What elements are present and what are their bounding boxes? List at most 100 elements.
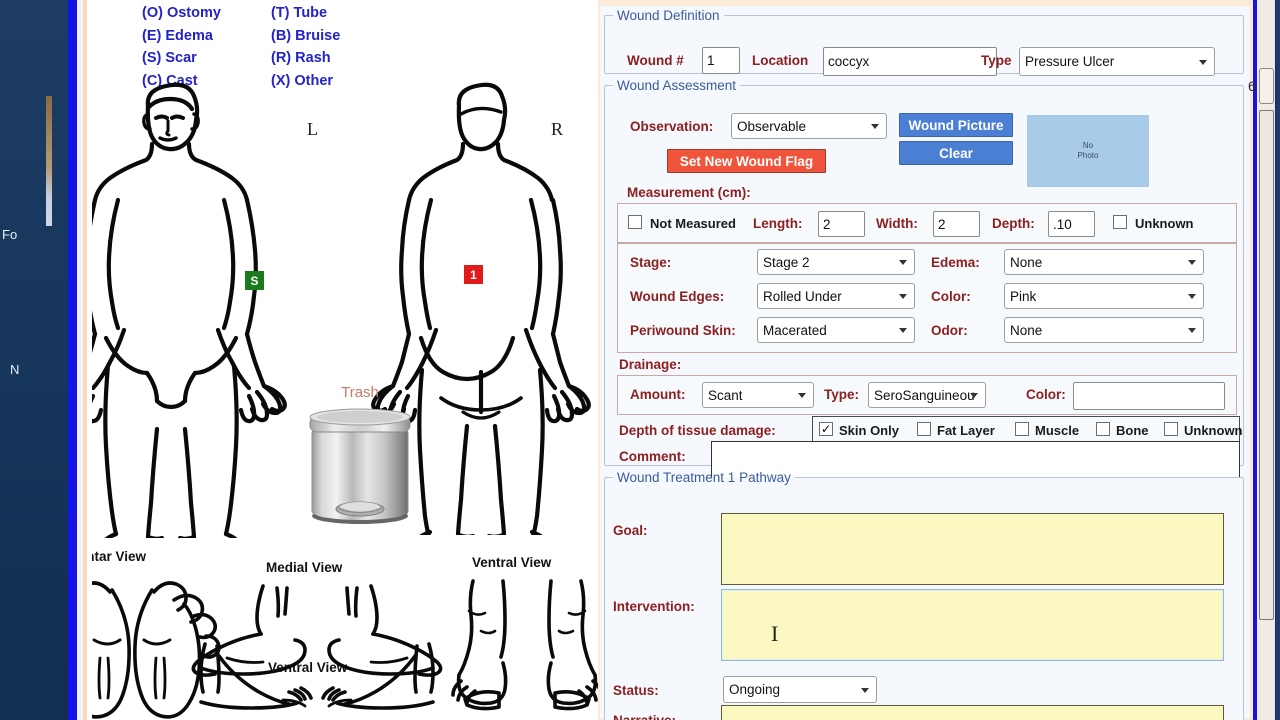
depth-label: Depth: xyxy=(992,216,1035,231)
drainage-color-label: Color: xyxy=(1026,387,1066,402)
drainage-label: Drainage: xyxy=(619,357,682,372)
drainage-amount-label: Amount: xyxy=(630,387,686,402)
observation-select[interactable]: Observable xyxy=(731,113,887,139)
trash-icon[interactable] xyxy=(294,404,426,532)
odor-select[interactable]: None xyxy=(1004,317,1204,343)
tissue-bone-label: Bone xyxy=(1116,423,1149,438)
depth-unknown-checkbox[interactable] xyxy=(1113,215,1127,229)
edema-select[interactable]: None xyxy=(1004,249,1204,275)
foot-label-ventral: Ventral View xyxy=(472,555,552,570)
measurement-panel: Not Measured Length: 2 Width: 2 Depth: .… xyxy=(617,203,1237,243)
drainage-type-select[interactable]: SeroSanguineou xyxy=(868,382,986,408)
goal-textarea[interactable] xyxy=(721,513,1224,585)
width-input[interactable]: 2 xyxy=(933,211,980,237)
legend-item-bruise[interactable]: (B) Bruise xyxy=(271,25,340,48)
treatment-pathway-legend: Wound Treatment 1 Pathway xyxy=(617,470,791,485)
status-label: Status: xyxy=(613,683,659,698)
desktop-label-folder: Fo xyxy=(2,227,18,242)
not-measured-checkbox[interactable] xyxy=(628,215,642,229)
measurement-label: Measurement (cm): xyxy=(627,185,751,200)
wound-assessment-group: Wound Assessment Observation: Observable… xyxy=(604,78,1244,483)
treatment-pathway-group: Wound Treatment 1 Pathway Goal: Interven… xyxy=(604,470,1244,720)
clear-picture-button[interactable]: Clear xyxy=(899,141,1013,165)
vertical-scrollbar-thumb[interactable] xyxy=(1259,110,1274,620)
body-diagram-pane[interactable]: (O) Ostomy (E) Edema (S) Scar (C) Cast (… xyxy=(92,0,598,720)
length-input[interactable]: 2 xyxy=(818,211,865,237)
narrative-label: Narrative: xyxy=(613,713,676,720)
legend-item-scar[interactable]: (S) Scar xyxy=(142,47,221,70)
window-border-right-inner-blue xyxy=(1253,0,1257,720)
stage-label: Stage: xyxy=(630,255,672,270)
desktop-sliver xyxy=(46,96,52,226)
drainage-amount-select[interactable]: Scant xyxy=(702,382,814,408)
drainage-panel: Amount: Scant Type: SeroSanguineou Color… xyxy=(617,375,1237,415)
body-marker-wound-1[interactable]: 1 xyxy=(464,265,483,284)
desktop-label-network: N xyxy=(10,362,20,377)
intervention-textarea[interactable] xyxy=(721,589,1224,661)
tissue-unknown-checkbox[interactable] xyxy=(1164,422,1178,436)
no-photo-line-1: No xyxy=(1082,140,1094,150)
no-photo-line-2: Photo xyxy=(1077,151,1099,160)
text-cursor-icon: I xyxy=(771,621,779,646)
depth-of-tissue-damage-label: Depth of tissue damage: xyxy=(619,423,776,438)
wound-number-input[interactable]: 1 xyxy=(702,47,740,74)
comment-label: Comment: xyxy=(619,449,686,464)
depth-unknown-label: Unknown xyxy=(1135,216,1194,231)
window-border-left-blue xyxy=(68,0,77,720)
legend-item-rash[interactable]: (R) Rash xyxy=(271,47,340,70)
wound-picture-button[interactable]: Wound Picture xyxy=(899,113,1013,137)
periwound-skin-select[interactable]: Macerated xyxy=(757,317,915,343)
wound-number-label: Wound # xyxy=(627,53,684,68)
body-marker-scar[interactable]: S xyxy=(245,271,264,290)
narrative-textarea[interactable] xyxy=(721,705,1224,720)
wound-edges-select[interactable]: Rolled Under xyxy=(757,283,915,309)
goal-label: Goal: xyxy=(613,523,648,538)
drainage-type-label: Type: xyxy=(824,387,860,402)
legend-item-tube[interactable]: (T) Tube xyxy=(271,2,340,25)
anterior-left-letter: L xyxy=(307,119,318,139)
wound-definition-group: Wound Definition Wound # 1 Location cocc… xyxy=(604,8,1244,76)
medial-lateral-view-figure[interactable] xyxy=(187,580,447,720)
stage-select[interactable]: Stage 2 xyxy=(757,249,915,275)
page-indicator: 6 xyxy=(1248,78,1256,94)
wound-photo-placeholder[interactable]: No Photo xyxy=(1027,115,1149,187)
trash-label: Trash xyxy=(341,384,379,401)
location-label: Location xyxy=(752,53,809,68)
wound-color-label: Color: xyxy=(931,289,971,304)
tissue-skin-only-checkbox[interactable]: ✓ xyxy=(819,422,833,436)
desktop-background xyxy=(0,0,68,720)
not-measured-label: Not Measured xyxy=(650,216,736,231)
drainage-color-input[interactable] xyxy=(1073,382,1225,410)
type-label: Type xyxy=(981,53,1012,68)
depth-input[interactable]: .10 xyxy=(1048,211,1095,237)
tissue-unknown-label: Unknown xyxy=(1184,423,1243,438)
legend-item-ostomy[interactable]: (O) Ostomy xyxy=(142,2,221,25)
length-label: Length: xyxy=(753,216,803,231)
foot-label-plantar: Plantar View xyxy=(92,549,147,564)
tissue-skin-only-label: Skin Only xyxy=(839,423,899,438)
edema-label: Edema: xyxy=(931,255,980,270)
tissue-bone-checkbox[interactable] xyxy=(1096,422,1110,436)
location-input[interactable]: coccyx xyxy=(823,47,997,76)
foot-label-medial: Medial View xyxy=(266,560,343,575)
tissue-fat-layer-checkbox[interactable] xyxy=(917,422,931,436)
odor-label: Odor: xyxy=(931,323,968,338)
tissue-muscle-label: Muscle xyxy=(1035,423,1080,438)
status-select[interactable]: Ongoing xyxy=(723,676,877,703)
tissue-fat-layer-label: Fat Layer xyxy=(937,423,995,438)
wound-attributes-panel: Stage: Stage 2 Edema: None Wound Edges: … xyxy=(617,243,1237,353)
anterior-body-figure[interactable] xyxy=(92,78,294,538)
tissue-damage-panel: ✓ Skin Only Fat Layer Muscle Bone Unknow… xyxy=(812,416,1243,442)
ventral-view-figure[interactable] xyxy=(447,575,598,720)
width-label: Width: xyxy=(876,216,918,231)
set-new-wound-flag-button[interactable]: Set New Wound Flag xyxy=(667,149,826,173)
tissue-muscle-checkbox[interactable] xyxy=(1015,422,1029,436)
wound-form-pane: Wound Definition Wound # 1 Location cocc… xyxy=(598,0,1258,720)
wound-color-select[interactable]: Pink xyxy=(1004,283,1204,309)
observation-label: Observation: xyxy=(630,119,714,134)
wound-edges-label: Wound Edges: xyxy=(630,289,725,304)
intervention-label: Intervention: xyxy=(613,599,695,614)
type-select[interactable]: Pressure Ulcer xyxy=(1019,47,1215,76)
scrollbar-up-button[interactable] xyxy=(1259,68,1274,104)
legend-item-edema[interactable]: (E) Edema xyxy=(142,25,221,48)
